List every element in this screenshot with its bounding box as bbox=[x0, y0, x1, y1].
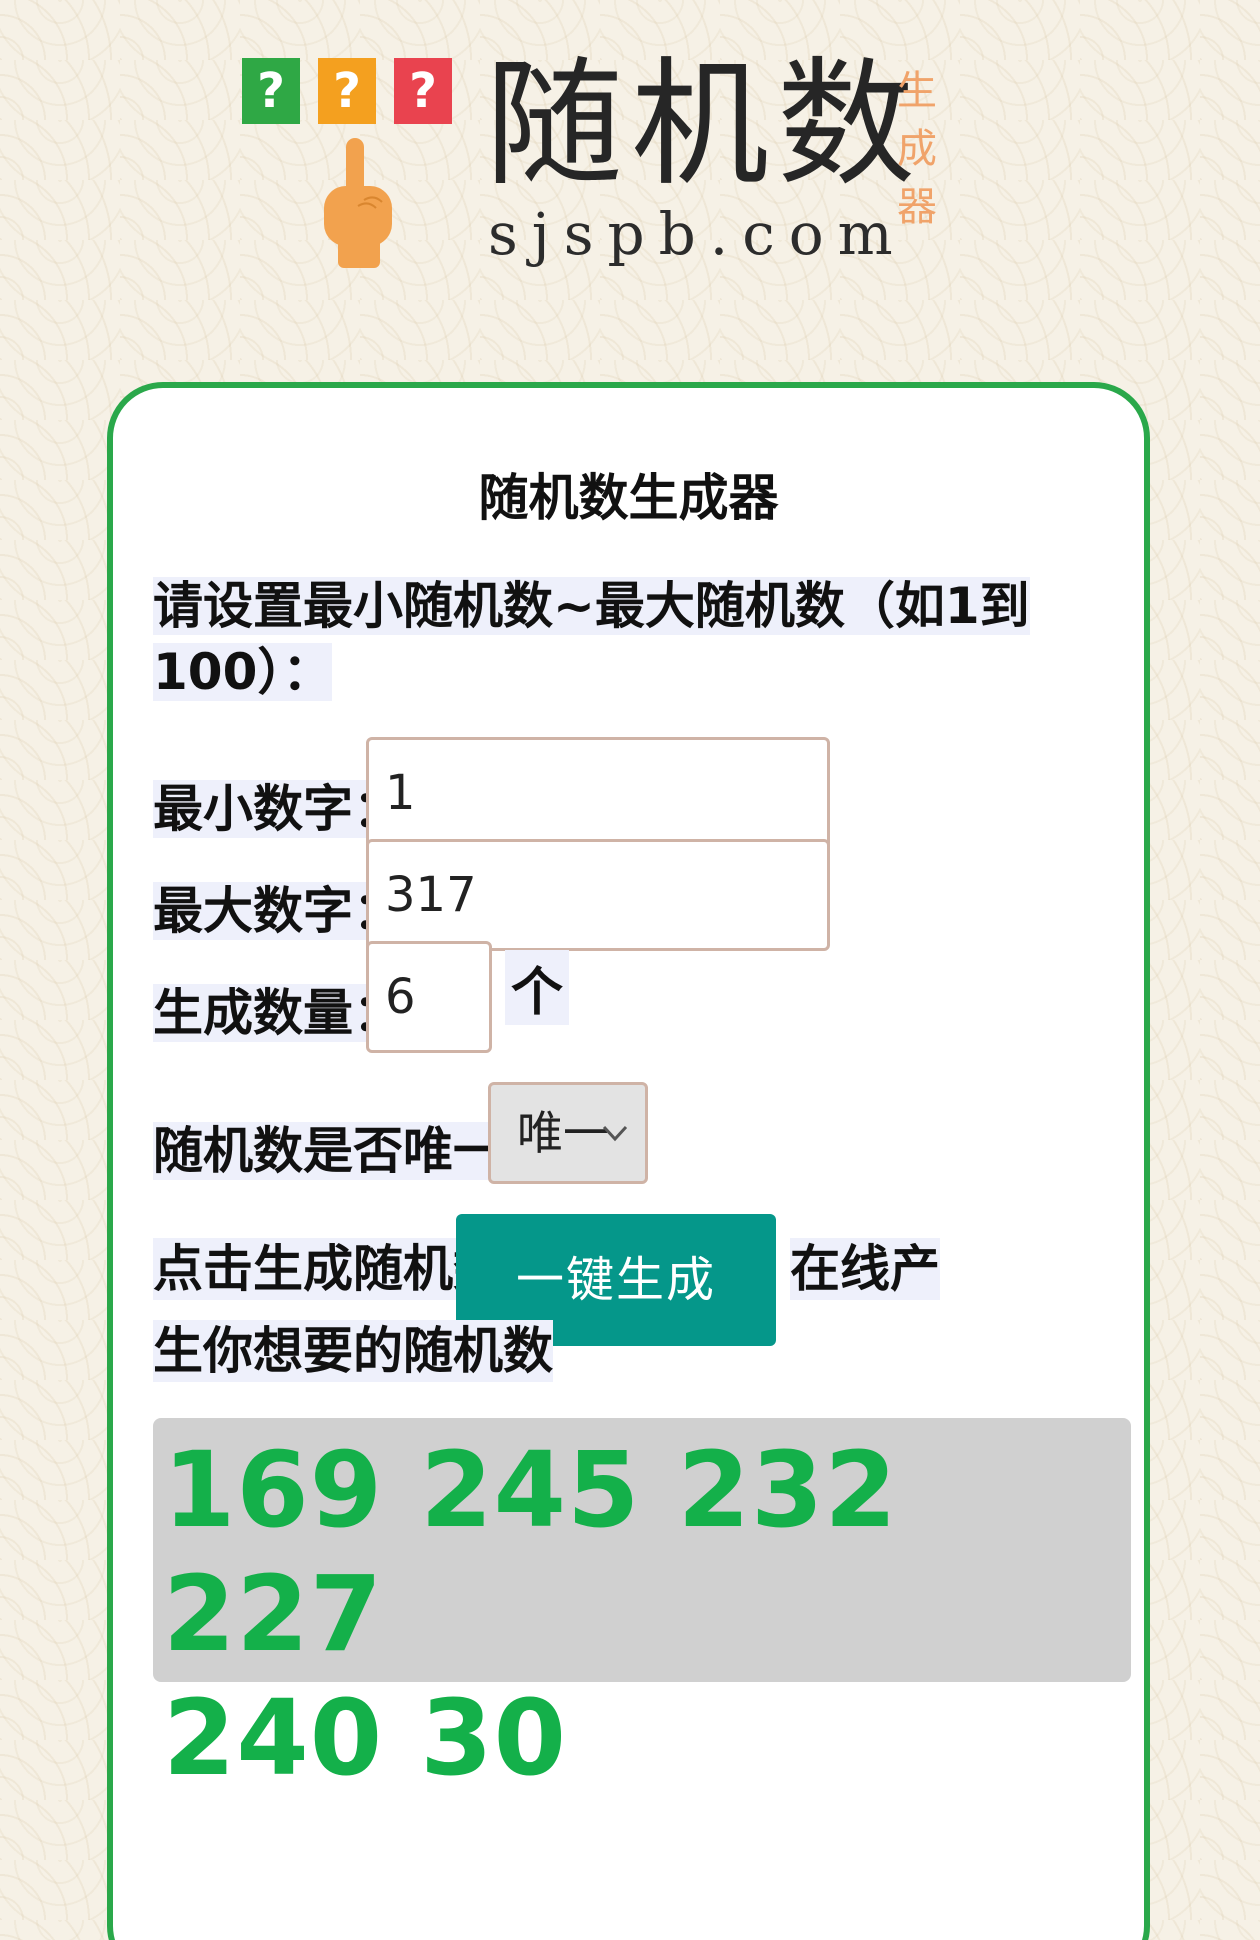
logo-title: 随机数 bbox=[485, 44, 924, 205]
logo-subtitle: 生 成 器 bbox=[892, 62, 942, 236]
result-display: 169 245 232 227 240 30 bbox=[153, 1418, 1131, 1799]
question-mark-icon: ? bbox=[394, 58, 452, 124]
count-unit: 个 bbox=[505, 950, 570, 1025]
min-number-input[interactable]: 1 bbox=[366, 737, 830, 849]
chevron-down-icon bbox=[602, 1125, 628, 1142]
max-number-input[interactable]: 317 bbox=[366, 839, 830, 951]
question-mark-icon: ? bbox=[318, 58, 376, 124]
card-title: 随机数生成器 bbox=[478, 469, 779, 527]
site-logo: ? ? ? 随机数 sjspb.com 生 成 器 bbox=[240, 50, 960, 280]
count-input[interactable]: 6 bbox=[366, 941, 492, 1053]
instructions: 请设置最小随机数~最大随机数（如1到100）： bbox=[153, 573, 1113, 705]
logo-domain: sjspb.com bbox=[488, 200, 907, 268]
logo-subtitle-char: 生 bbox=[897, 68, 937, 114]
logo-subtitle-char: 成 bbox=[897, 126, 937, 172]
result-line: 169 245 232 227 bbox=[163, 1429, 898, 1675]
generate-suffix-line2: 生你想要的随机数 bbox=[153, 1320, 553, 1382]
unique-select[interactable]: 唯一 bbox=[488, 1082, 648, 1184]
generate-prompt: 点击生成随机数 bbox=[153, 1238, 503, 1300]
result-line: 240 30 bbox=[163, 1677, 568, 1799]
pointing-hand-icon bbox=[324, 138, 392, 268]
instructions-text: 请设置最小随机数~最大随机数（如1到100）： bbox=[153, 577, 1030, 701]
question-mark-icon: ? bbox=[242, 58, 300, 124]
watermark: soul吧 bbox=[1040, 1898, 1144, 1938]
unique-select-value: 唯一 bbox=[517, 1106, 609, 1160]
generator-card: 随机数生成器 请设置最小随机数~最大随机数（如1到100）： 最小数字： 1 最… bbox=[107, 382, 1150, 1940]
logo-subtitle-char: 器 bbox=[897, 184, 937, 230]
generate-suffix: 在线产 bbox=[790, 1238, 940, 1300]
